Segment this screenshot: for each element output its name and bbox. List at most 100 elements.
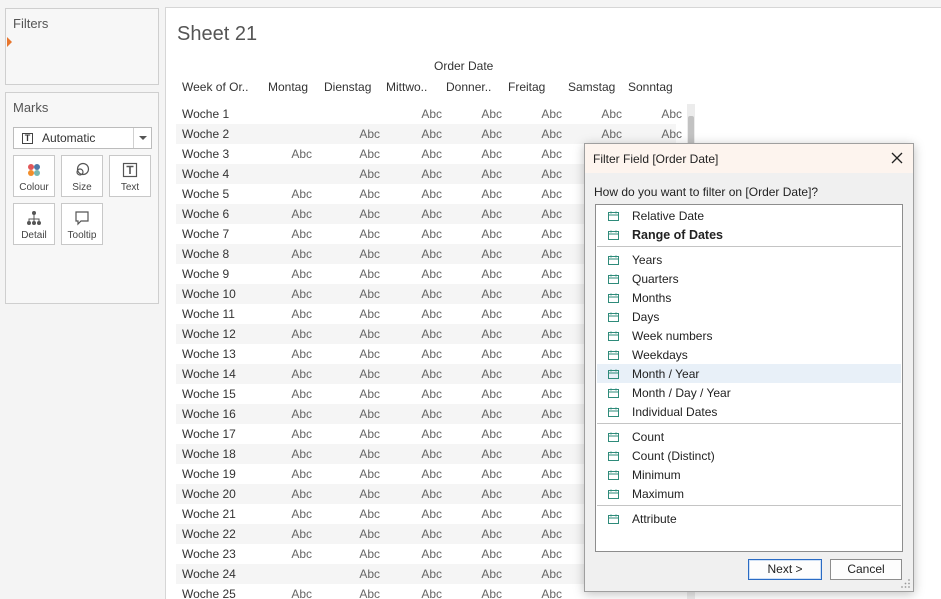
filter-options-list[interactable]: Relative Date Range of Dates Years Quarters…	[595, 204, 903, 552]
table-cell[interactable]: Abc	[522, 124, 562, 144]
close-icon[interactable]	[890, 151, 904, 165]
table-cell[interactable]: Abc	[402, 184, 442, 204]
table-cell[interactable]: Abc	[402, 144, 442, 164]
mark-type-dropdown[interactable]: T Automatic	[13, 127, 152, 149]
table-cell[interactable]: Abc	[340, 324, 380, 344]
row-label[interactable]: Woche 14	[182, 364, 236, 384]
filter-option[interactable]: Maximum	[597, 484, 901, 503]
table-cell[interactable]: Abc	[402, 524, 442, 544]
table-cell[interactable]: Abc	[272, 504, 312, 524]
table-cell[interactable]: Abc	[402, 484, 442, 504]
row-label[interactable]: Woche 16	[182, 404, 236, 424]
filter-option[interactable]: Month / Day / Year	[597, 383, 901, 402]
table-cell[interactable]: Abc	[340, 444, 380, 464]
table-cell[interactable]: Abc	[340, 124, 380, 144]
table-cell[interactable]: Abc	[522, 524, 562, 544]
row-label[interactable]: Woche 18	[182, 444, 236, 464]
table-cell[interactable]: Abc	[642, 104, 682, 124]
table-cell[interactable]: Abc	[462, 264, 502, 284]
row-label[interactable]: Woche 5	[182, 184, 229, 204]
table-cell[interactable]: Abc	[522, 224, 562, 244]
table-cell[interactable]: Abc	[462, 544, 502, 564]
row-label[interactable]: Woche 6	[182, 204, 229, 224]
table-cell[interactable]: Abc	[522, 244, 562, 264]
table-cell[interactable]: Abc	[402, 284, 442, 304]
table-cell[interactable]: Abc	[402, 304, 442, 324]
table-cell[interactable]: Abc	[402, 424, 442, 444]
table-cell[interactable]: Abc	[402, 444, 442, 464]
table-cell[interactable]: Abc	[522, 104, 562, 124]
table-cell[interactable]: Abc	[462, 104, 502, 124]
table-cell[interactable]: Abc	[462, 124, 502, 144]
row-label[interactable]: Woche 1	[182, 104, 229, 124]
table-cell[interactable]: Abc	[462, 384, 502, 404]
table-cell[interactable]: Abc	[462, 404, 502, 424]
table-cell[interactable]: Abc	[462, 224, 502, 244]
table-cell[interactable]: Abc	[272, 544, 312, 564]
filter-option[interactable]: Attribute	[597, 509, 901, 528]
table-cell[interactable]: Abc	[522, 184, 562, 204]
table-cell[interactable]: Abc	[462, 364, 502, 384]
table-cell[interactable]: Abc	[340, 244, 380, 264]
table-cell[interactable]: Abc	[462, 144, 502, 164]
filter-option[interactable]: Count (Distinct)	[597, 446, 901, 465]
table-cell[interactable]: Abc	[522, 144, 562, 164]
row-label[interactable]: Woche 22	[182, 524, 236, 544]
resize-grip-icon[interactable]	[901, 579, 911, 589]
table-cell[interactable]: Abc	[402, 544, 442, 564]
table-cell[interactable]: Abc	[522, 324, 562, 344]
column-header[interactable]: Samstag	[568, 77, 615, 97]
row-label[interactable]: Woche 2	[182, 124, 229, 144]
filter-option[interactable]: Months	[597, 288, 901, 307]
table-cell[interactable]: Abc	[582, 124, 622, 144]
table-cell[interactable]: Abc	[642, 124, 682, 144]
text-button[interactable]: Text	[109, 155, 151, 197]
column-header[interactable]: Mittwo..	[386, 77, 427, 97]
row-label[interactable]: Woche 11	[182, 304, 235, 324]
table-cell[interactable]: Abc	[522, 284, 562, 304]
table-cell[interactable]: Abc	[340, 364, 380, 384]
table-cell[interactable]: Abc	[462, 444, 502, 464]
table-cell[interactable]: Abc	[272, 404, 312, 424]
table-cell[interactable]: Abc	[462, 464, 502, 484]
table-cell[interactable]: Abc	[340, 204, 380, 224]
table-cell[interactable]: Abc	[522, 404, 562, 424]
filter-option[interactable]: Individual Dates	[597, 402, 901, 421]
table-cell[interactable]: Abc	[402, 124, 442, 144]
scrollbar-thumb[interactable]	[688, 116, 694, 146]
table-cell[interactable]: Abc	[462, 524, 502, 544]
row-label[interactable]: Woche 7	[182, 224, 229, 244]
table-cell[interactable]: Abc	[272, 364, 312, 384]
table-cell[interactable]: Abc	[462, 484, 502, 504]
tooltip-button[interactable]: Tooltip	[61, 203, 103, 245]
table-cell[interactable]: Abc	[272, 484, 312, 504]
table-cell[interactable]: Abc	[402, 244, 442, 264]
table-cell[interactable]: Abc	[522, 464, 562, 484]
table-cell[interactable]: Abc	[272, 264, 312, 284]
table-cell[interactable]: Abc	[402, 264, 442, 284]
table-cell[interactable]: Abc	[462, 424, 502, 444]
filter-option[interactable]: Range of Dates	[597, 225, 901, 244]
table-cell[interactable]: Abc	[402, 504, 442, 524]
table-cell[interactable]: Abc	[272, 304, 312, 324]
table-cell[interactable]: Abc	[272, 224, 312, 244]
table-cell[interactable]: Abc	[522, 564, 562, 584]
row-label[interactable]: Woche 13	[182, 344, 236, 364]
row-label[interactable]: Woche 25	[182, 584, 236, 599]
table-cell[interactable]: Abc	[402, 164, 442, 184]
table-cell[interactable]: Abc	[340, 144, 380, 164]
column-header[interactable]: Donner..	[446, 77, 491, 97]
row-header[interactable]: Week of Or..	[182, 77, 248, 97]
filter-option[interactable]: Week numbers	[597, 326, 901, 345]
table-cell[interactable]: Abc	[340, 224, 380, 244]
table-cell[interactable]: Abc	[340, 504, 380, 524]
table-cell[interactable]: Abc	[272, 244, 312, 264]
table-cell[interactable]: Abc	[462, 564, 502, 584]
filter-option[interactable]: Quarters	[597, 269, 901, 288]
table-cell[interactable]: Abc	[340, 264, 380, 284]
row-label[interactable]: Woche 24	[182, 564, 236, 584]
table-cell[interactable]: Abc	[462, 304, 502, 324]
filter-option[interactable]: Years	[597, 250, 901, 269]
table-cell[interactable]: Abc	[340, 184, 380, 204]
filter-option[interactable]: Weekdays	[597, 345, 901, 364]
